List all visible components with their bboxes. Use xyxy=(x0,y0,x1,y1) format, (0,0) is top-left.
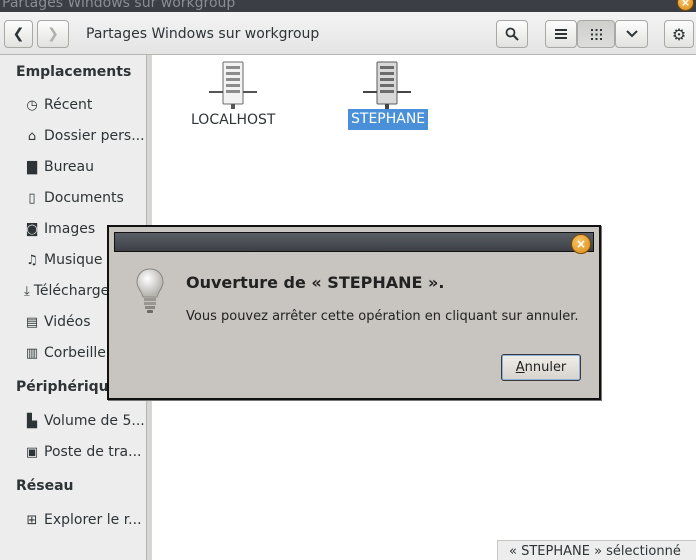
search-icon xyxy=(505,27,519,41)
server-icon xyxy=(209,61,257,109)
chevron-right-icon: ❯ xyxy=(47,26,59,42)
cancel-button-mnemonic: A xyxy=(515,360,525,375)
grid-view-icon xyxy=(590,28,602,40)
location-title: Partages Windows sur workgroup xyxy=(86,26,320,42)
chevron-down-icon xyxy=(625,30,638,38)
dialog-heading: Ouverture de « STEPHANE ». xyxy=(186,273,445,292)
opening-dialog: × Ouverture de « STEPHANE ». Vous pouvez… xyxy=(107,225,601,400)
sidebar-item-label: Dossier pers... xyxy=(44,128,145,144)
selection-status: « STEPHANE » sélectionné xyxy=(497,540,696,560)
drive-icon: ▙ xyxy=(27,413,37,429)
sidebar-item-label: Vidéos xyxy=(44,314,91,330)
file-item-label: LOCALHOST xyxy=(191,112,276,128)
sidebar-item-label: Explorer le r... xyxy=(44,512,142,528)
file-item-label: STEPHANE xyxy=(348,109,429,130)
sidebar-item-label: Documents xyxy=(44,190,124,206)
server-icon xyxy=(363,61,411,109)
window-titlebar: Partages Windows sur workgroup × xyxy=(0,0,696,12)
sidebar-item-label: Volume de 5... xyxy=(44,413,145,429)
lightbulb-icon xyxy=(136,268,164,313)
sidebar-item-recent[interactable]: ◷ Récent xyxy=(0,93,146,117)
sidebar-item-home[interactable]: ⌂ Dossier pers... xyxy=(0,124,146,148)
sidebar-item-desktop[interactable]: ▇ Bureau xyxy=(0,155,146,179)
view-menu-button[interactable] xyxy=(615,20,648,48)
chevron-left-icon: ❮ xyxy=(12,26,25,42)
trash-icon: ▥ xyxy=(25,345,39,361)
download-icon: ⤓ xyxy=(24,283,30,299)
sidebar-item-label: Images xyxy=(44,221,96,237)
dialog-titlebar[interactable] xyxy=(114,232,594,252)
grid-view-button[interactable] xyxy=(577,20,615,48)
sidebar-item-volume[interactable]: ▙ Volume de 5... xyxy=(0,409,146,433)
computer-icon: ▣ xyxy=(25,444,39,460)
list-view-icon xyxy=(555,29,567,39)
folder-icon: ▇ xyxy=(27,159,37,175)
dialog-message: Vous pouvez arrêter cette opération en c… xyxy=(186,309,579,324)
dialog-close-icon[interactable]: × xyxy=(571,234,591,254)
window-close-icon[interactable]: × xyxy=(677,0,694,11)
settings-button[interactable]: ⚙ xyxy=(664,20,694,48)
cancel-button[interactable]: Annuler xyxy=(501,354,581,381)
toolbar: ❮ ❯ Partages Windows sur workgroup ⚙ xyxy=(0,12,696,55)
sidebar-header-places: Emplacements xyxy=(16,64,132,80)
sidebar-item-label: Musique xyxy=(44,252,103,268)
camera-icon: ◙ xyxy=(25,221,39,237)
music-icon: ♫ xyxy=(26,252,38,268)
list-view-button[interactable] xyxy=(545,20,577,48)
gear-icon: ⚙ xyxy=(671,24,687,44)
sidebar-item-label: Poste de tra... xyxy=(44,444,142,460)
film-icon: ▤ xyxy=(25,314,39,330)
sidebar-item-label: Récent xyxy=(44,97,93,113)
document-icon: ▯ xyxy=(28,190,36,206)
window-title: Partages Windows sur workgroup xyxy=(2,0,236,11)
sidebar-item-documents[interactable]: ▯ Documents xyxy=(0,186,146,210)
sidebar-header-network: Réseau xyxy=(16,478,74,494)
back-button[interactable]: ❮ xyxy=(4,20,33,48)
forward-button[interactable]: ❯ xyxy=(37,20,69,48)
cancel-button-label: nnuler xyxy=(524,360,567,375)
sidebar-item-computer[interactable]: ▣ Poste de tra... xyxy=(0,440,146,464)
search-button[interactable] xyxy=(496,20,528,48)
network-icon: ⊞ xyxy=(26,512,38,528)
home-icon: ⌂ xyxy=(27,128,37,144)
sidebar-item-label: Corbeille xyxy=(44,345,106,361)
clock-icon: ◷ xyxy=(26,97,38,113)
sidebar-item-browse-network[interactable]: ⊞ Explorer le r... xyxy=(0,508,146,532)
sidebar-item-label: Bureau xyxy=(44,159,94,175)
